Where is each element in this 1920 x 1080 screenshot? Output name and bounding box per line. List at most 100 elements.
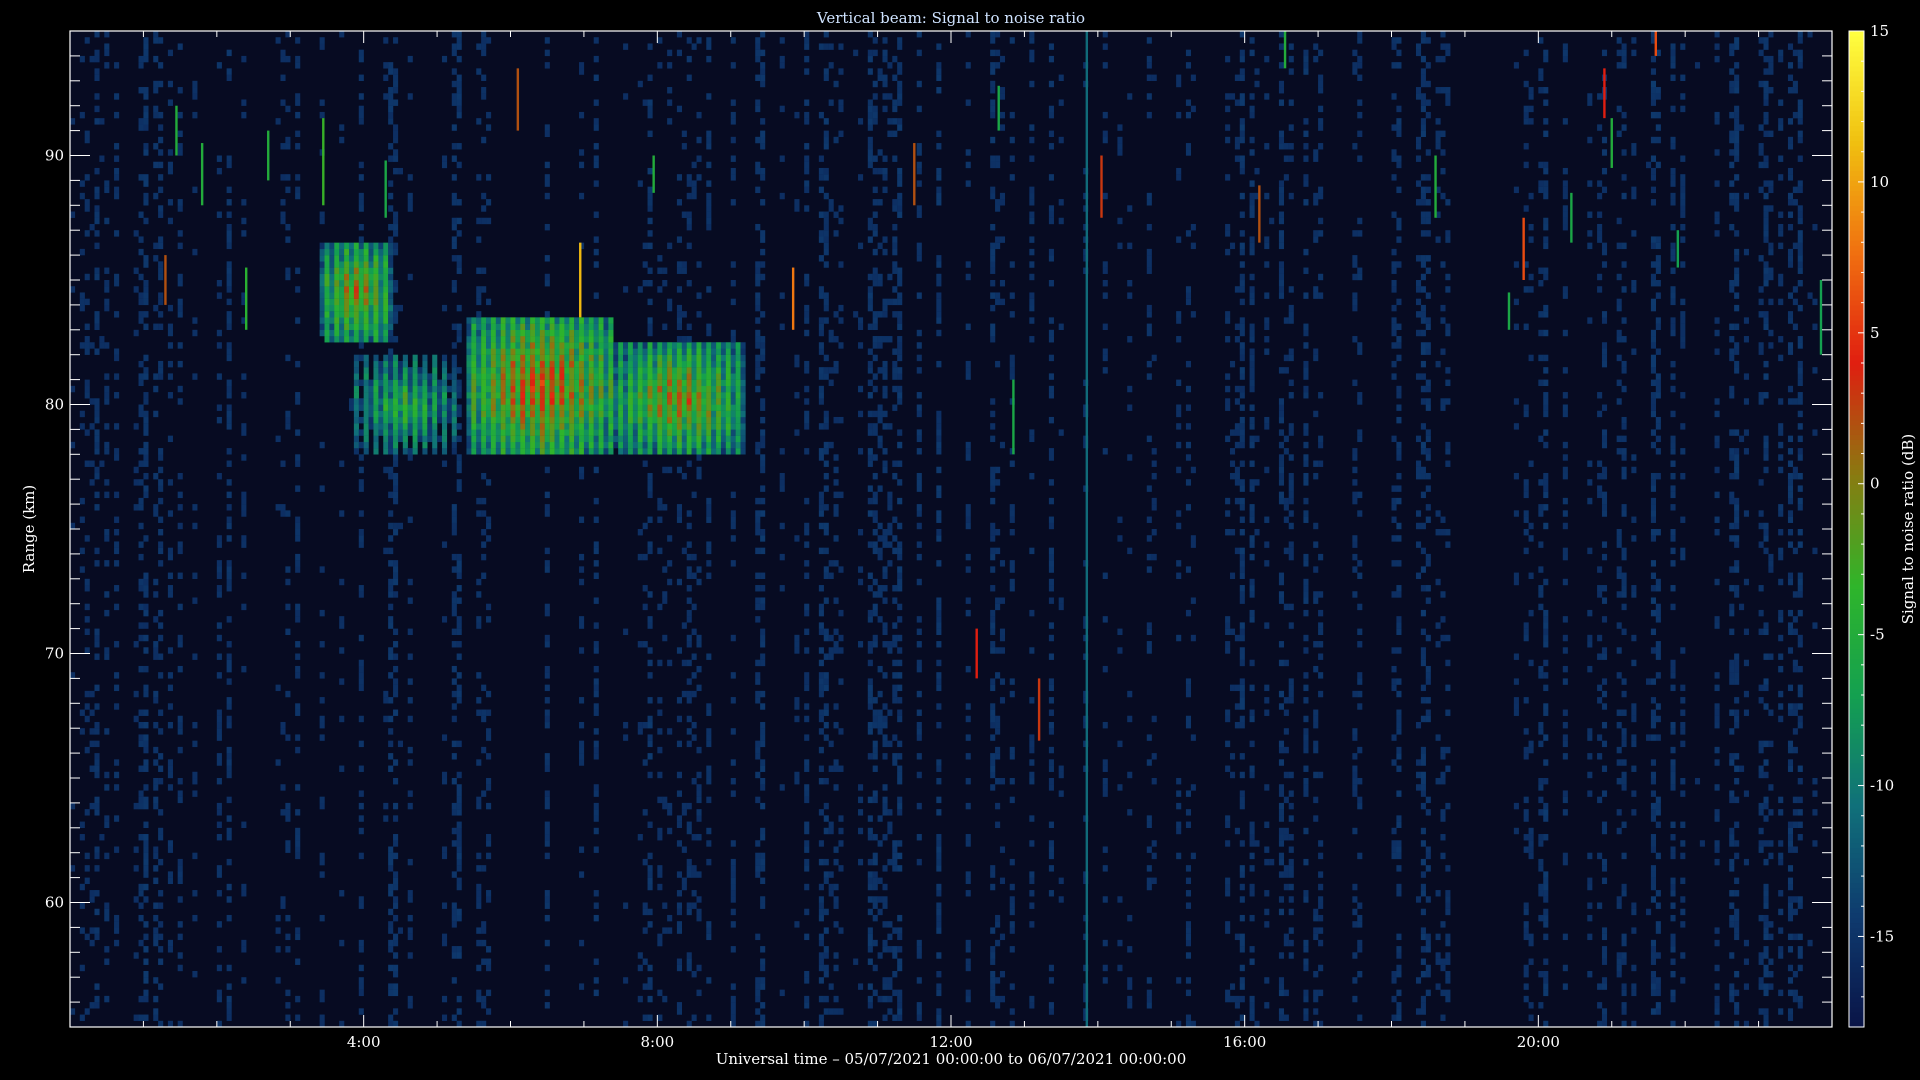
heatmap-cell xyxy=(823,529,829,536)
heatmap-cell xyxy=(691,572,697,579)
heatmap-cell xyxy=(138,87,144,94)
heatmap-cell xyxy=(363,267,369,274)
heatmap-cell xyxy=(760,572,766,579)
heatmap-cell xyxy=(383,715,389,723)
heatmap-cell xyxy=(94,441,100,449)
heatmap-cell xyxy=(104,908,110,916)
heatmap-cell xyxy=(378,410,384,418)
heatmap-cell xyxy=(1048,684,1054,692)
heatmap-cell xyxy=(295,55,301,63)
heatmap-cell xyxy=(353,367,359,374)
heatmap-cell xyxy=(486,217,492,225)
heatmap-cell xyxy=(892,155,898,162)
heatmap-cell xyxy=(393,99,399,106)
heatmap-cell xyxy=(358,684,364,692)
heatmap-cell xyxy=(456,585,462,592)
heatmap-cell xyxy=(995,205,1001,212)
heatmap-cell xyxy=(114,186,120,194)
heatmap-cell xyxy=(838,416,844,424)
heatmap-cell xyxy=(990,771,996,779)
heatmap-cell xyxy=(544,510,550,517)
heatmap-cell xyxy=(241,890,247,897)
heatmap-cell xyxy=(872,896,878,903)
heatmap-cell xyxy=(471,348,477,355)
heatmap-cell xyxy=(995,778,1001,785)
heatmap-cell xyxy=(358,273,364,281)
heatmap-cell xyxy=(608,317,614,324)
heatmap-cell xyxy=(608,323,614,330)
heatmap-cell xyxy=(177,796,183,804)
heatmap-cell xyxy=(510,329,516,337)
heatmap-cell xyxy=(755,448,761,455)
heatmap-cell xyxy=(965,180,971,187)
heatmap-cell xyxy=(828,62,834,69)
heatmap-cell xyxy=(490,423,497,430)
heatmap-cell xyxy=(358,765,364,772)
heatmap-cell xyxy=(711,441,717,449)
heatmap-cell xyxy=(755,796,761,804)
heatmap-cell xyxy=(760,628,766,636)
heatmap-cell xyxy=(711,448,717,455)
heatmap-cell xyxy=(564,423,570,430)
heatmap-cell xyxy=(539,392,545,399)
heatmap-cell xyxy=(990,62,996,69)
heatmap-cell xyxy=(451,504,457,511)
heatmap-cell xyxy=(667,398,673,405)
heatmap-cell xyxy=(358,740,364,748)
heatmap-cell xyxy=(593,728,599,735)
heatmap-cell xyxy=(760,1002,766,1009)
heatmap-cell xyxy=(583,429,590,436)
heatmap-cell xyxy=(324,336,330,343)
heatmap-cell xyxy=(755,771,761,779)
heatmap-cell xyxy=(647,360,653,368)
heatmap-cell xyxy=(505,354,511,362)
heatmap-cell xyxy=(393,385,399,393)
heatmap-cell xyxy=(348,273,355,281)
heatmap-cell xyxy=(319,802,325,810)
heatmap-cell xyxy=(539,410,545,418)
heatmap-cell xyxy=(613,367,619,374)
heatmap-cell xyxy=(216,62,222,69)
heatmap-cell xyxy=(192,93,198,100)
heatmap-cell xyxy=(94,348,100,355)
heatmap-cell xyxy=(887,709,893,716)
heatmap-cell xyxy=(393,802,399,810)
heatmap-cell xyxy=(916,248,922,256)
heatmap-cell xyxy=(544,665,550,673)
heatmap-cell xyxy=(818,398,824,405)
heatmap-cell xyxy=(441,404,448,411)
heatmap-cell xyxy=(730,404,736,411)
heatmap-cell xyxy=(441,55,448,63)
heatmap-cell xyxy=(681,130,687,138)
heatmap-cell xyxy=(153,410,159,418)
heatmap-cell xyxy=(867,118,873,125)
heatmap-cell xyxy=(456,217,462,225)
heatmap-cell xyxy=(936,1020,942,1027)
heatmap-cell xyxy=(990,958,996,965)
heatmap-cell xyxy=(241,603,247,611)
heatmap-cell xyxy=(696,634,702,642)
heatmap-cell xyxy=(647,111,653,119)
heatmap-cell xyxy=(897,765,903,772)
heatmap-cell xyxy=(730,111,736,119)
heatmap-cell xyxy=(388,292,394,299)
heatmap-cell xyxy=(329,255,335,262)
heatmap-cell xyxy=(388,448,394,455)
heatmap-cell xyxy=(143,472,149,480)
heatmap-cell xyxy=(114,516,120,523)
heatmap-cell xyxy=(1102,977,1108,984)
heatmap-cell xyxy=(711,367,717,374)
heatmap-cell xyxy=(226,1002,232,1009)
heatmap-cell xyxy=(407,653,413,660)
heatmap-cell xyxy=(114,392,120,399)
heatmap-cell xyxy=(804,865,810,872)
heatmap-cell xyxy=(158,323,164,330)
heatmap-cell xyxy=(89,802,95,810)
heatmap-cell xyxy=(1048,578,1054,586)
heatmap-cell xyxy=(593,248,599,256)
heatmap-cell xyxy=(647,547,653,555)
heatmap-cell xyxy=(500,398,506,405)
heatmap-cell xyxy=(153,80,159,88)
heatmap-cell xyxy=(500,360,506,368)
heatmap-cell xyxy=(627,392,634,399)
